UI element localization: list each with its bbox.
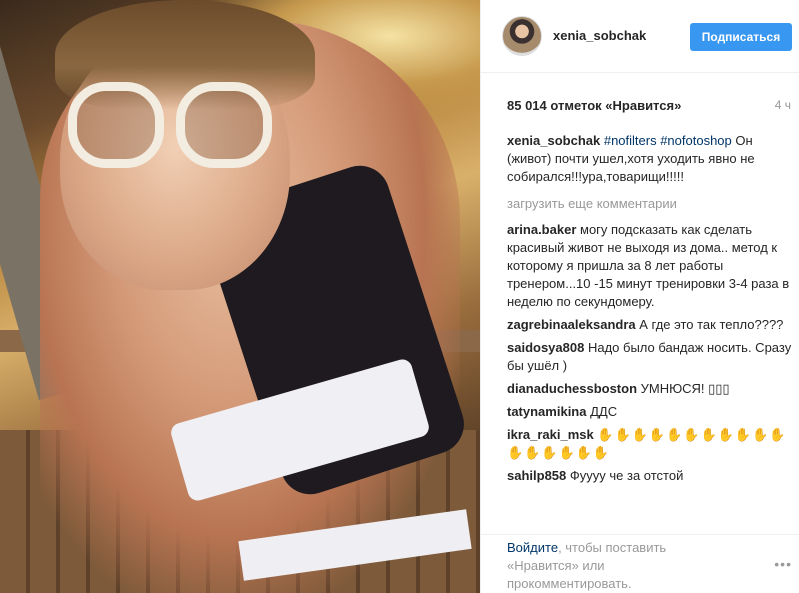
comment-username[interactable]: dianaduchessboston xyxy=(507,381,637,396)
more-options-icon[interactable]: ••• xyxy=(774,556,792,572)
post-side-panel: xenia_sobchak Подписаться 85 014 отметок… xyxy=(480,0,799,593)
photo-sunglasses-right xyxy=(176,82,272,168)
comment-username[interactable]: tatynamikina xyxy=(507,404,586,419)
caption-hashtags[interactable]: #nofilters #nofotoshop xyxy=(604,133,732,148)
comment-username[interactable]: zagrebinaaleksandra xyxy=(507,317,636,332)
comment-username[interactable]: ikra_raki_msk xyxy=(507,427,594,442)
list-item: tatynamikina ДДС xyxy=(507,403,795,421)
header-username[interactable]: xenia_sobchak xyxy=(553,28,646,43)
comment-username[interactable]: saidosya808 xyxy=(507,340,584,355)
instagram-post: xenia_sobchak Подписаться 85 014 отметок… xyxy=(0,0,799,593)
comment-text: УМНЮСЯ! ▯▯▯ xyxy=(640,381,730,396)
caption-username[interactable]: xenia_sobchak xyxy=(507,133,600,148)
post-header: xenia_sobchak Подписаться xyxy=(481,0,799,73)
post-photo[interactable] xyxy=(0,0,480,593)
comment-username[interactable]: sahilp858 xyxy=(507,468,566,483)
avatar[interactable] xyxy=(502,16,542,56)
login-footer: Войдите, чтобы поставить «Нравится» или … xyxy=(481,534,799,593)
login-prompt: Войдите, чтобы поставить «Нравится» или … xyxy=(507,539,707,593)
follow-button[interactable]: Подписаться xyxy=(690,23,792,51)
list-item: zagrebinaaleksandra А где это так тепло?… xyxy=(507,316,795,334)
likes-count[interactable]: 85 014 отметок «Нравится» xyxy=(507,98,681,113)
list-item: saidosya808 Надо было бандаж носить. Сра… xyxy=(507,339,795,375)
list-item: ikra_raki_msk ✋✋✋✋✋✋✋✋✋✋✋✋✋✋✋✋✋ xyxy=(507,426,795,462)
list-item: sahilp858 Фуууу че за отстой xyxy=(507,467,795,485)
comment-text: Фуууу че за отстой xyxy=(569,468,684,483)
post-time[interactable]: 4 ч xyxy=(775,98,791,112)
comments-list: xenia_sobchak #nofilters #nofotoshop Он … xyxy=(507,132,795,534)
list-item: dianaduchessboston УМНЮСЯ! ▯▯▯ xyxy=(507,380,795,398)
photo-sunglasses-left xyxy=(68,82,164,168)
list-item: arina.baker могу подсказать как сделать … xyxy=(507,221,795,311)
login-link[interactable]: Войдите xyxy=(507,540,558,555)
comment-text: А где это так тепло???? xyxy=(639,317,784,332)
caption: xenia_sobchak #nofilters #nofotoshop Он … xyxy=(507,132,795,186)
comment-text: ДДС xyxy=(590,404,618,419)
load-more-comments-link[interactable]: загрузить еще комментарии xyxy=(507,195,795,213)
comment-username[interactable]: arina.baker xyxy=(507,222,576,237)
